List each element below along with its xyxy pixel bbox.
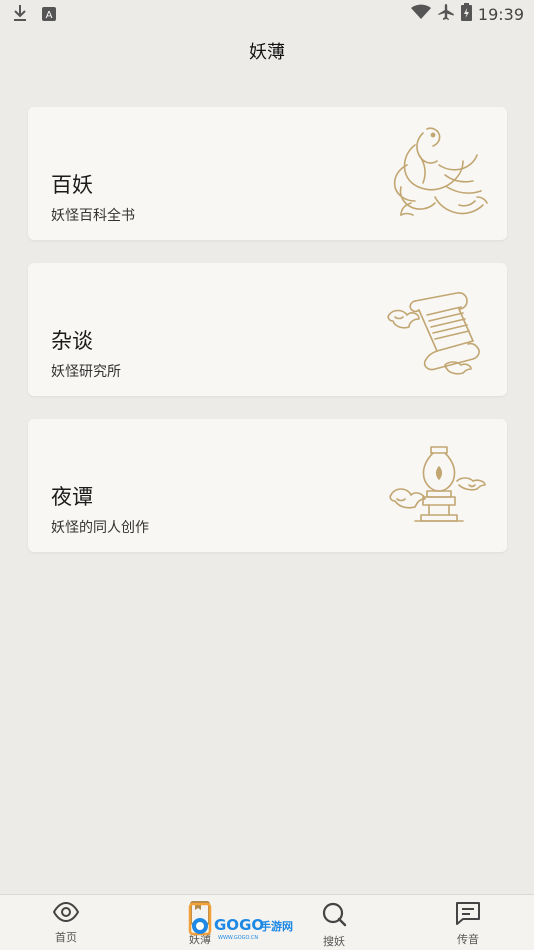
nav-home[interactable]: 首页 [26,901,106,949]
nav-label: 传音 [457,933,479,946]
message-icon [455,901,481,929]
category-list: 百妖 妖怪百科全书 杂谈 妖怪研究所 夜谭 妖怪的同人创作 [0,76,534,894]
svg-text:GOGO: GOGO [214,916,264,934]
svg-text:WWW.GOGO.CN: WWW.GOGO.CN [218,935,258,941]
nav-message[interactable]: 传音 [428,901,508,949]
airplane-icon [437,3,455,25]
card-subtitle: 妖怪的同人创作 [51,520,149,536]
eye-icon [52,901,80,927]
nav-search[interactable]: 搜妖 [294,901,374,949]
card-yetan[interactable]: 夜谭 妖怪的同人创作 [28,419,507,552]
svg-text:手游网: 手游网 [260,919,293,933]
gogo-watermark-logo: GOGO 手游网 WWW.GOGO.CN [188,898,298,944]
a-icon: A [42,6,56,25]
status-bar: A 19:39 [0,0,534,28]
page-title: 妖薄 [249,42,285,63]
card-subtitle: 妖怪百科全书 [51,208,135,224]
scroll-icon [385,281,493,381]
nav-label: 首页 [55,931,77,944]
phoenix-icon [385,125,493,225]
card-baiyao[interactable]: 百妖 妖怪百科全书 [28,107,507,240]
status-time: 19:39 [477,4,524,24]
lamp-icon [385,437,493,537]
card-title: 夜谭 [51,485,93,509]
card-subtitle: 妖怪研究所 [51,364,121,380]
battery-icon [460,3,472,25]
wifi-icon [410,4,431,24]
download-icon [12,4,28,26]
card-title: 百妖 [51,173,93,197]
card-zatan[interactable]: 杂谈 妖怪研究所 [28,263,507,396]
search-icon [321,901,347,931]
nav-label: 搜妖 [323,935,345,948]
svg-text:A: A [46,10,53,21]
app-header: 妖薄 [0,28,534,74]
card-title: 杂谈 [51,329,93,353]
